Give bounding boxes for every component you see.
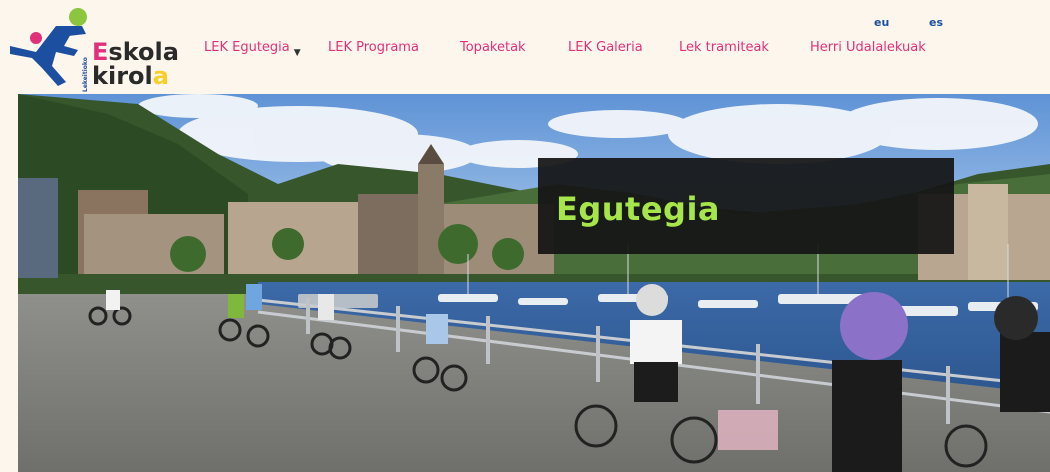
site-header: Lekeitioko Eskola kirola LEK Egutegia ▼ L… [0, 0, 1050, 94]
logo-line-1: Eskola [92, 38, 179, 66]
eskola-kirola-logo[interactable]: Lekeitioko Eskola kirola [6, 6, 192, 92]
nav-item-herri-udalalekuak[interactable]: Herri Udalalekuak [810, 40, 926, 55]
logo-side-text: Lekeitioko [82, 57, 89, 92]
nav-item-lek-egutegia[interactable]: LEK Egutegia ▼ [204, 40, 301, 58]
nav-item-lek-programa[interactable]: LEK Programa [328, 40, 419, 55]
nav-item-topaketak[interactable]: Topaketak [460, 40, 526, 55]
language-eu-link[interactable]: eu [874, 16, 889, 29]
language-es-link[interactable]: es [929, 16, 943, 29]
hero-banner: Egutegia [18, 94, 1050, 472]
caret-down-icon: ▼ [293, 48, 301, 58]
hero-photo [18, 94, 1050, 472]
hero-title: Egutegia [556, 190, 721, 228]
nav-item-lek-tramiteak[interactable]: Lek tramiteak [679, 40, 769, 55]
nav-item-lek-galeria[interactable]: LEK Galeria [568, 40, 643, 55]
logo-line-2: kirola [92, 62, 169, 90]
nav-item-label: LEK Egutegia [204, 40, 290, 55]
